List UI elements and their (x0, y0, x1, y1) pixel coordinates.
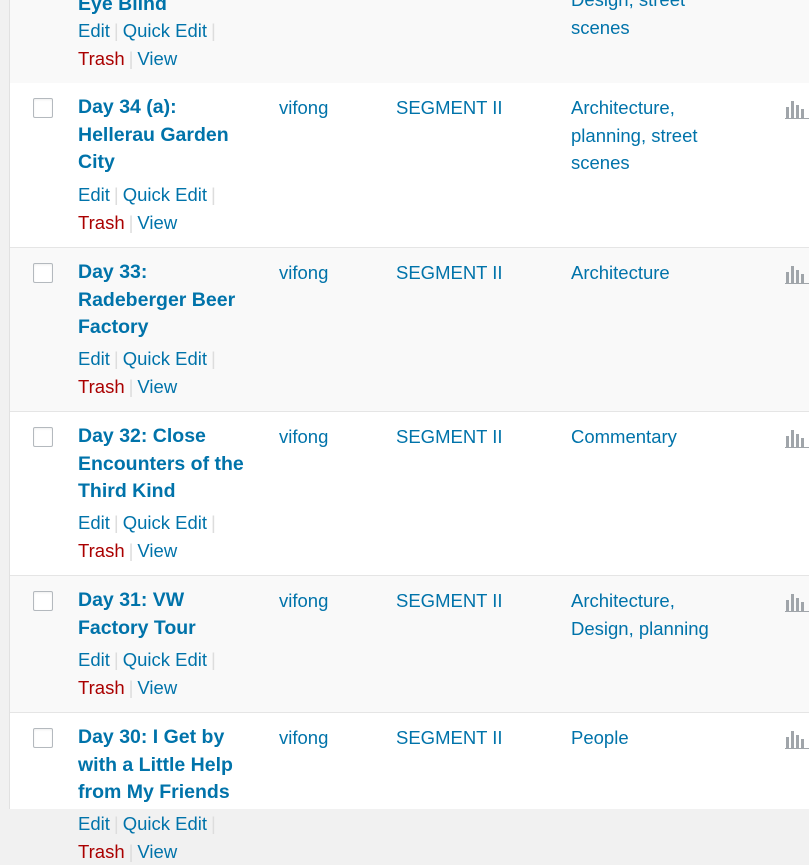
row-actions: Edit | Quick Edit | Trash | View (78, 810, 278, 865)
post-title-link[interactable]: Day 31: VW Factory Tour (78, 587, 258, 642)
post-categories[interactable]: Architecture, Design, planning (571, 587, 731, 642)
action-separator: | (128, 676, 134, 698)
post-title-link[interactable]: Eye Blind (78, 0, 258, 19)
table-row: Day 33: Radeberger Beer Factory Edit | Qui… (10, 248, 809, 412)
stats-icon[interactable] (785, 592, 809, 612)
action-separator: | (113, 813, 119, 834)
stats-icon[interactable] (785, 428, 809, 448)
table-row: Day 32: Close Encounters of the Third Ki… (10, 412, 809, 576)
row-checkbox[interactable] (33, 728, 53, 748)
row-actions: Edit | Quick Edit | Trash | View (78, 345, 278, 400)
view-link[interactable]: View (137, 677, 177, 698)
quick-edit-link[interactable]: Quick Edit (123, 184, 207, 205)
quick-edit-link[interactable]: Quick Edit (123, 649, 207, 670)
action-separator: | (211, 20, 216, 41)
edit-link[interactable]: Edit (78, 20, 110, 41)
trash-link[interactable]: Trash (78, 677, 125, 698)
table-row: Day 34 (a): Hellerau Garden City Edit | Qu… (10, 83, 809, 248)
row-actions: Edit | Quick Edit | Trash | View (78, 646, 278, 701)
post-segment-link[interactable]: SEGMENT II (396, 423, 503, 451)
action-separator: | (211, 649, 216, 670)
action-separator: | (128, 375, 134, 397)
trash-link[interactable]: Trash (78, 376, 125, 397)
action-separator: | (128, 840, 134, 862)
view-link[interactable]: View (137, 841, 177, 862)
quick-edit-link[interactable]: Quick Edit (123, 512, 207, 533)
table-row: Day 31: VW Factory Tour Edit | Quick Edit |… (10, 576, 809, 713)
edit-link[interactable]: Edit (78, 649, 110, 670)
post-segment-link[interactable]: SEGMENT II (396, 724, 503, 752)
table-row: Eye Blind Edit|Quick Edit| Trash|View De… (10, 0, 809, 84)
edit-link[interactable]: Edit (78, 184, 110, 205)
post-segment-link[interactable]: SEGMENT II (396, 94, 503, 122)
post-author-link[interactable]: vifong (279, 259, 328, 287)
post-title-link[interactable]: Day 34 (a): Hellerau Garden City (78, 94, 258, 177)
action-separator: | (113, 184, 119, 205)
post-author-link[interactable]: vifong (279, 724, 328, 752)
trash-link[interactable]: Trash (78, 540, 125, 561)
post-author-link[interactable]: vifong (279, 94, 328, 122)
view-link[interactable]: View (137, 212, 177, 233)
row-actions: Edit | Quick Edit | Trash | View (78, 17, 278, 72)
edit-link[interactable]: Edit (78, 348, 110, 369)
row-checkbox[interactable] (33, 591, 53, 611)
post-title-link[interactable]: Day 33: Radeberger Beer Factory (78, 259, 258, 342)
table-row: Day 30: I Get by with a Little Help from… (10, 713, 809, 862)
action-separator: | (211, 512, 216, 533)
row-checkbox[interactable] (33, 427, 53, 447)
trash-link[interactable]: Trash (78, 48, 125, 69)
post-categories[interactable]: Commentary (571, 423, 746, 451)
view-link[interactable]: View (137, 376, 177, 397)
view-link[interactable]: View (137, 540, 177, 561)
row-actions: Edit | Quick Edit | Trash | View (78, 181, 278, 236)
action-separator: | (113, 20, 119, 41)
edit-link[interactable]: Edit (78, 813, 110, 834)
stats-icon[interactable] (785, 729, 809, 749)
posts-table: Eye Blind Edit|Quick Edit| Trash|View De… (10, 0, 809, 862)
action-separator: | (113, 512, 119, 533)
view-link[interactable]: View (137, 48, 177, 69)
action-separator: | (113, 348, 119, 369)
stats-icon[interactable] (785, 99, 809, 119)
trash-link[interactable]: Trash (78, 212, 125, 233)
action-separator: | (113, 649, 119, 670)
post-author-link[interactable]: vifong (279, 423, 328, 451)
quick-edit-link[interactable]: Quick Edit (123, 813, 207, 834)
post-categories[interactable]: Design, street scenes (571, 0, 746, 41)
edit-link[interactable]: Edit (78, 512, 110, 533)
action-separator: | (211, 348, 216, 369)
row-actions: Edit | Quick Edit | Trash | View (78, 509, 278, 564)
action-separator: | (211, 813, 216, 834)
stats-icon[interactable] (785, 264, 809, 284)
post-categories[interactable]: Architecture, planning, street scenes (571, 94, 746, 177)
row-checkbox[interactable] (33, 263, 53, 283)
post-segment-link[interactable]: SEGMENT II (396, 259, 503, 287)
quick-edit-link[interactable]: Quick Edit (123, 348, 207, 369)
quick-edit-link[interactable]: Quick Edit (123, 20, 207, 41)
post-author-link[interactable]: vifong (279, 587, 328, 615)
row-checkbox[interactable] (33, 98, 53, 118)
action-separator: | (211, 184, 216, 205)
action-separator: | (128, 211, 134, 233)
post-title-link[interactable]: Day 30: I Get by with a Little Help from… (78, 724, 258, 807)
action-separator: | (128, 539, 134, 561)
trash-link[interactable]: Trash (78, 841, 125, 862)
post-title-link[interactable]: Day 32: Close Encounters of the Third Ki… (78, 423, 258, 506)
post-categories[interactable]: Architecture (571, 259, 746, 287)
post-categories[interactable]: People (571, 724, 746, 752)
action-separator: | (128, 47, 134, 69)
post-segment-link[interactable]: SEGMENT II (396, 587, 503, 615)
